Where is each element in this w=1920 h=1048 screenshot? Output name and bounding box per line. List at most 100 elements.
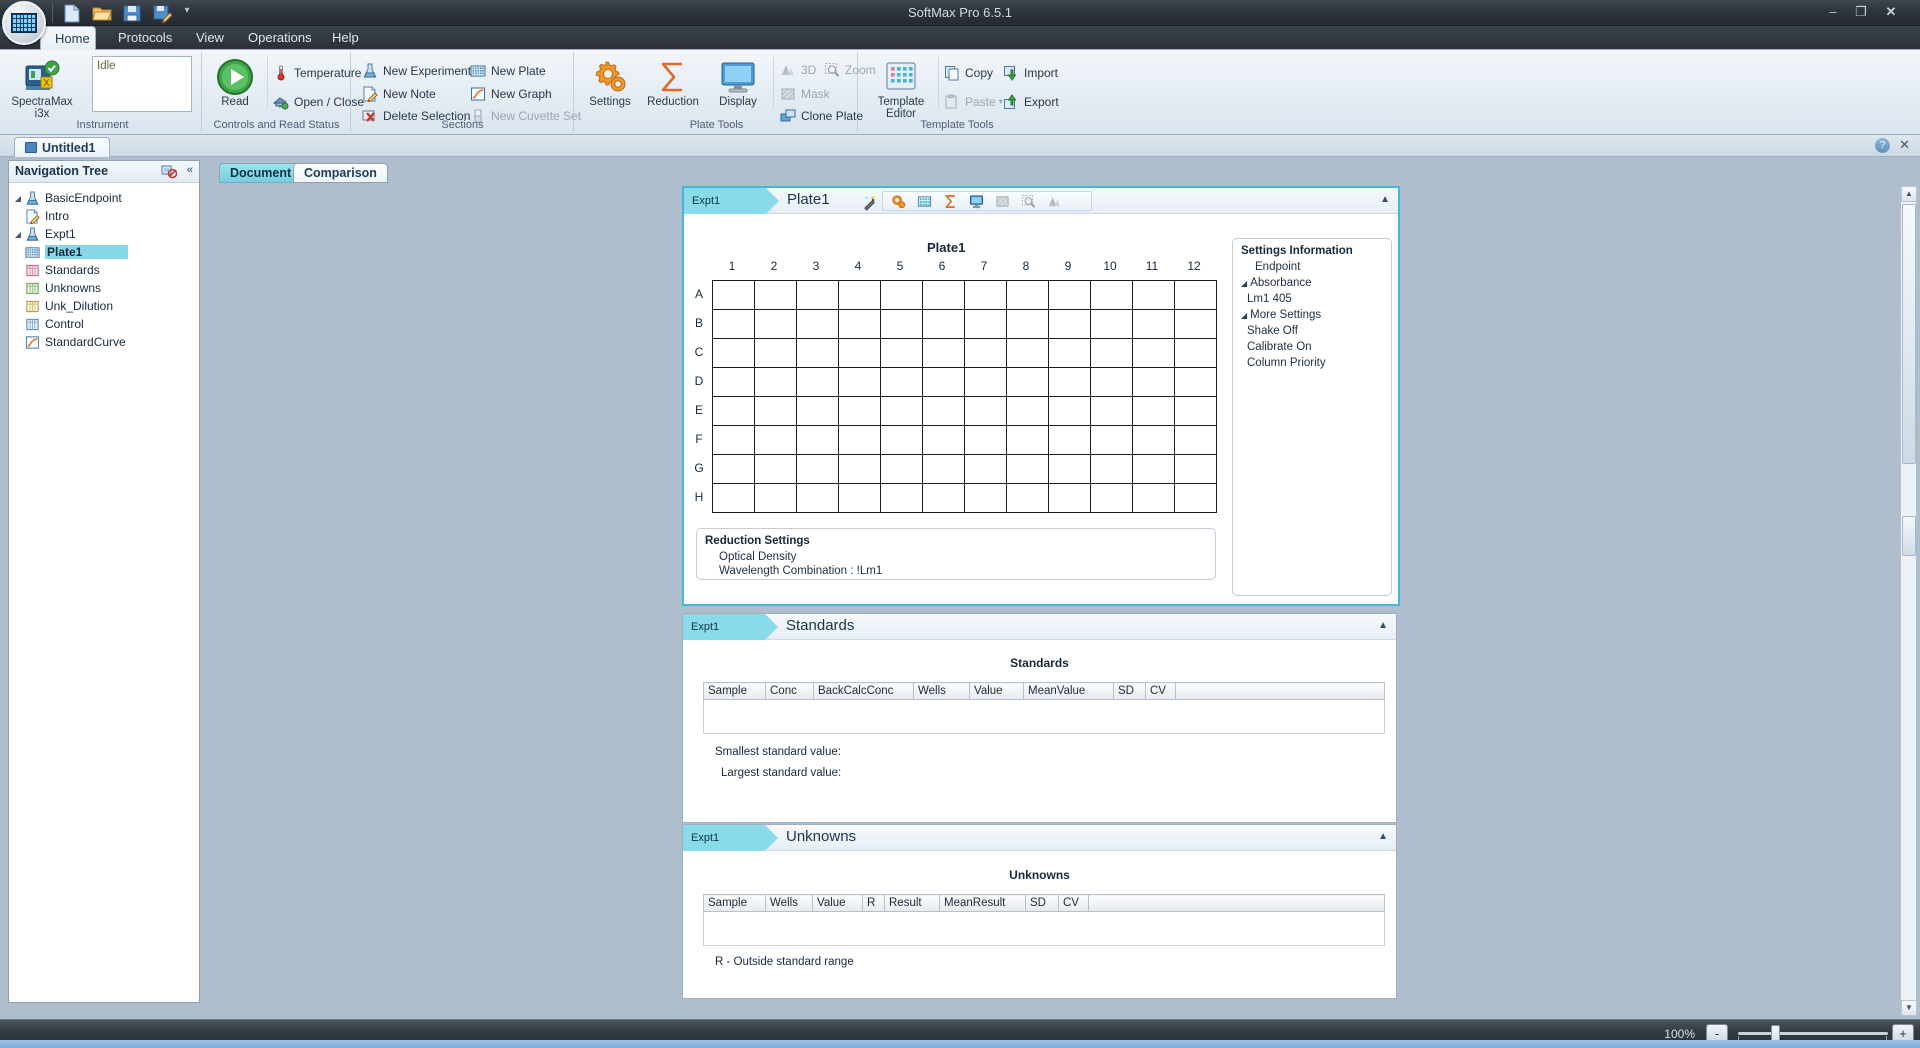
plate-well-G12[interactable] [1174, 454, 1217, 484]
plate-well-C6[interactable] [922, 338, 965, 368]
plate-well-B10[interactable] [1090, 309, 1133, 339]
scrollbar-thumb[interactable] [1902, 204, 1916, 464]
zoom-slider-track[interactable] [1738, 1032, 1888, 1035]
plate-well-H9[interactable] [1048, 483, 1091, 513]
plate-well-E1[interactable] [712, 396, 755, 426]
plate-well-B4[interactable] [838, 309, 881, 339]
open-close-button[interactable]: Open / Close [273, 93, 364, 110]
save-disk-icon[interactable] [122, 4, 142, 23]
col-conc[interactable]: Conc [765, 682, 814, 700]
plate-well-G11[interactable] [1132, 454, 1175, 484]
section-standards[interactable]: Expt1 Standards ▲ Standards Sample Conc … [682, 613, 1397, 823]
open-folder-icon[interactable] [92, 4, 112, 23]
plate-well-C3[interactable] [796, 338, 839, 368]
settings-gear-icon[interactable] [885, 192, 911, 210]
col-wells[interactable]: Wells [765, 894, 813, 912]
section-plate1[interactable]: Expt1 Plate1 ▲ Plate1 1 2 3 4 5 6 7 8 9 … [682, 186, 1400, 606]
standards-section-collapse-icon[interactable]: ▲ [1378, 620, 1388, 631]
plate-well-D11[interactable] [1132, 367, 1175, 397]
tab-help[interactable]: Help [318, 26, 373, 50]
tree-item-basicendpoint[interactable]: ◢ BasicEndpoint [9, 189, 199, 207]
tree-item-standards[interactable]: Standards [9, 261, 199, 279]
plate-well-A3[interactable] [796, 280, 839, 310]
mask-icon[interactable] [989, 192, 1015, 210]
plate-well-C8[interactable] [1006, 338, 1049, 368]
plate-well-H4[interactable] [838, 483, 881, 513]
plate-well-E5[interactable] [880, 396, 923, 426]
plate-well-H6[interactable] [922, 483, 965, 513]
document-tab-untitled1[interactable]: Untitled1 [14, 137, 111, 157]
plate-well-A5[interactable] [880, 280, 923, 310]
tab-protocols[interactable]: Protocols [104, 26, 186, 50]
plate-well-G5[interactable] [880, 454, 923, 484]
plate-well-C5[interactable] [880, 338, 923, 368]
col-r[interactable]: R [862, 894, 885, 912]
plate-well-F5[interactable] [880, 425, 923, 455]
plate-well-G8[interactable] [1006, 454, 1049, 484]
expand-arrow-icon[interactable]: ◢ [11, 230, 25, 239]
col-sd[interactable]: SD [1025, 894, 1059, 912]
plate-well-C10[interactable] [1090, 338, 1133, 368]
plate-well-D2[interactable] [754, 367, 797, 397]
unknowns-table[interactable]: Sample Wells Value R Result MeanResult S… [703, 894, 1385, 946]
plate-well-B12[interactable] [1174, 309, 1217, 339]
save-as-icon[interactable] [152, 4, 172, 23]
qat-dropdown-icon[interactable]: ▾ [180, 5, 194, 21]
plate-well-H3[interactable] [796, 483, 839, 513]
display-button[interactable]: Display [708, 58, 768, 108]
col-cv[interactable]: CV [1058, 894, 1089, 912]
plate-well-F11[interactable] [1132, 425, 1175, 455]
plate-well-E9[interactable] [1048, 396, 1091, 426]
tree-item-plate1[interactable]: Plate1 [9, 243, 199, 261]
plate-well-G2[interactable] [754, 454, 797, 484]
vertical-scrollbar[interactable]: ▲ ▼ [1900, 186, 1917, 1016]
table-row[interactable] [703, 699, 1385, 734]
plate-well-D10[interactable] [1090, 367, 1133, 397]
tree-item-unknowns[interactable]: Unknowns [9, 279, 199, 297]
plate-well-D12[interactable] [1174, 367, 1217, 397]
unknowns-section-collapse-icon[interactable]: ▲ [1378, 831, 1388, 842]
plate-well-B11[interactable] [1132, 309, 1175, 339]
plate-well-A4[interactable] [838, 280, 881, 310]
plate-well-B9[interactable] [1048, 309, 1091, 339]
plate-well-G6[interactable] [922, 454, 965, 484]
plate-well-D1[interactable] [712, 367, 755, 397]
plate-well-F1[interactable] [712, 425, 755, 455]
3d-button[interactable]: 3D [780, 61, 816, 78]
plate-well-C1[interactable] [712, 338, 755, 368]
tab-operations[interactable]: Operations [234, 26, 326, 50]
plate-well-C9[interactable] [1048, 338, 1091, 368]
col-backcalcconc[interactable]: BackCalcConc [813, 682, 914, 700]
new-graph-button[interactable]: New Graph [470, 85, 552, 102]
plate-well-E12[interactable] [1174, 396, 1217, 426]
monitor-icon[interactable] [963, 192, 989, 210]
plate-well-B5[interactable] [880, 309, 923, 339]
plate-well-A10[interactable] [1090, 280, 1133, 310]
unpin-icon[interactable] [161, 164, 178, 179]
table-row[interactable] [703, 911, 1385, 946]
tree-item-control[interactable]: Control [9, 315, 199, 333]
plate-well-A8[interactable] [1006, 280, 1049, 310]
magic-wand-icon[interactable] [856, 192, 882, 212]
plate-well-H5[interactable] [880, 483, 923, 513]
plate-well-F3[interactable] [796, 425, 839, 455]
plate-well-B1[interactable] [712, 309, 755, 339]
document-close-icon[interactable]: ✕ [1899, 137, 1910, 153]
plate-well-B7[interactable] [964, 309, 1007, 339]
plate-well-D6[interactable] [922, 367, 965, 397]
plate-well-E8[interactable] [1006, 396, 1049, 426]
plate-well-B6[interactable] [922, 309, 965, 339]
sigma-icon[interactable] [937, 192, 963, 210]
plate-well-A9[interactable] [1048, 280, 1091, 310]
plate-well-G7[interactable] [964, 454, 1007, 484]
plate-well-C2[interactable] [754, 338, 797, 368]
plate-well-E10[interactable] [1090, 396, 1133, 426]
plate-well-F7[interactable] [964, 425, 1007, 455]
temperature-button[interactable]: Temperature [273, 64, 361, 81]
instrument-button[interactable]: X SpectraMax i3x [9, 58, 75, 120]
plate-well-F10[interactable] [1090, 425, 1133, 455]
plate-well-H10[interactable] [1090, 483, 1133, 513]
plate-well-F2[interactable] [754, 425, 797, 455]
plate-well-H7[interactable] [964, 483, 1007, 513]
plate-well-G9[interactable] [1048, 454, 1091, 484]
